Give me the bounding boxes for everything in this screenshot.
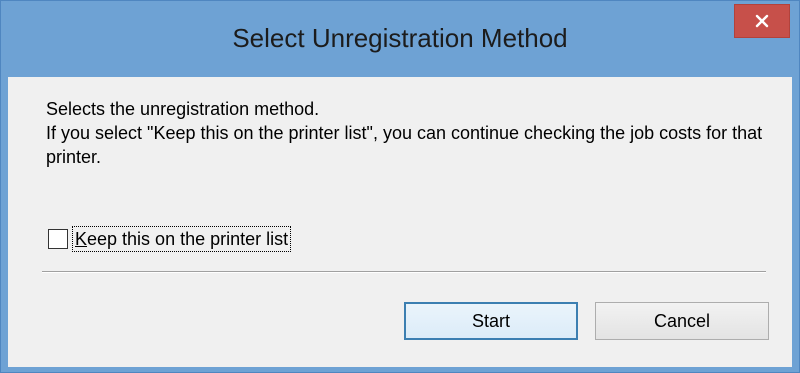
separator-line bbox=[42, 271, 766, 273]
keep-on-list-label[interactable]: Keep this on the printer list bbox=[71, 226, 292, 252]
close-icon bbox=[755, 14, 769, 28]
dialog-title: Select Unregistration Method bbox=[232, 23, 568, 53]
description-text: Selects the unregistration method. If yo… bbox=[46, 97, 776, 169]
title-bar[interactable]: Select Unregistration Method bbox=[0, 0, 800, 77]
dialog-content: Selects the unregistration method. If yo… bbox=[8, 77, 792, 367]
description-line-2: If you select "Keep this on the printer … bbox=[46, 123, 763, 167]
cancel-button[interactable]: Cancel bbox=[595, 302, 769, 340]
close-button[interactable] bbox=[734, 4, 790, 38]
start-button[interactable]: Start bbox=[404, 302, 578, 340]
dialog-window: Select Unregistration Method Selects the… bbox=[0, 0, 800, 373]
cancel-button-label: Cancel bbox=[653, 310, 711, 331]
description-line-1: Selects the unregistration method. bbox=[46, 99, 320, 119]
start-button-label: Start bbox=[471, 310, 510, 331]
keep-on-list-checkbox-row[interactable]: Keep this on the printer list bbox=[48, 226, 292, 252]
keep-on-list-checkbox[interactable] bbox=[48, 229, 68, 249]
